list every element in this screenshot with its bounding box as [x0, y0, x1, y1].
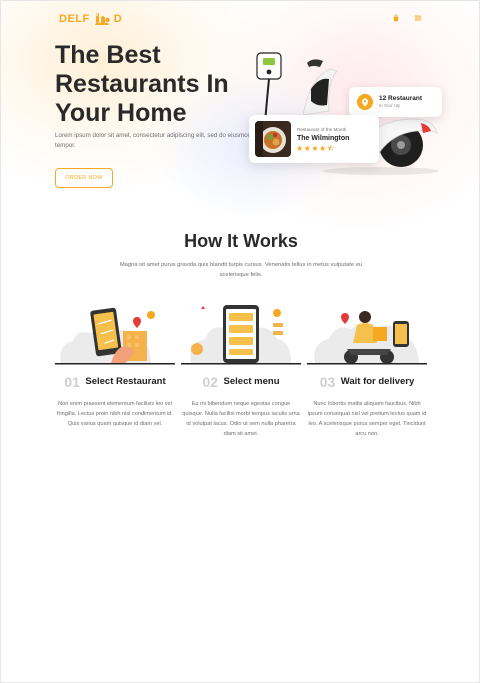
step-number: 01: [64, 373, 80, 390]
step-heading: 01 Select Restaurant: [55, 373, 175, 391]
shopping-bag-icon[interactable]: [390, 12, 402, 24]
logo-text-start: DELF: [59, 13, 90, 25]
step-description: Nunc lobortis mattis aliquam faucibus. N…: [307, 401, 427, 437]
select-restaurant-illustration: [55, 307, 175, 365]
step-number: 02: [202, 373, 219, 390]
logo-text-end: D: [113, 13, 123, 25]
logo-food-icon: [94, 13, 110, 25]
select-menu-illustration: [181, 305, 301, 365]
restaurant-count-title: 12 Restaurant: [379, 95, 422, 102]
how-it-works-title: How It Works: [184, 231, 298, 251]
star-rating-icon: ★★★★⯪: [296, 144, 335, 153]
menu-icon[interactable]: [412, 12, 424, 24]
restaurant-count-card[interactable]: 12 Restaurant In Your city: [349, 87, 442, 117]
restaurant-count-subtitle: In Your city: [379, 103, 401, 108]
step-title: Select menu: [223, 376, 280, 388]
dish-card-name: The Wilmington: [297, 135, 350, 142]
step-heading: 03 Wait for delivery: [307, 373, 427, 391]
dish-card-label: Restaurant of the Month: [297, 127, 347, 132]
logo[interactable]: DELF D: [59, 12, 122, 26]
step-description: Eu mi bibendum neque egestas congue quis…: [182, 401, 300, 437]
step-number: 03: [319, 373, 336, 390]
dish-photo: [255, 121, 291, 157]
page: DELF D The Best Restaurants In Your Home…: [0, 0, 480, 683]
step-heading: 02 Select menu: [181, 373, 301, 391]
order-now-button[interactable]: ORDER NOW: [55, 168, 113, 188]
restaurant-of-month-card[interactable]: Restaurant of the Month The Wilmington ★…: [249, 115, 379, 163]
step-title: Select Restaurant: [85, 376, 166, 388]
wait-for-delivery-illustration: [307, 311, 427, 365]
step-description: Non enim praesent elementum facilisis le…: [57, 401, 173, 427]
how-it-works-description: Magna sit amet purus gravida quis blandi…: [119, 262, 363, 278]
location-pin-icon: [357, 94, 373, 110]
hero-description: Lorem ipsum dolor sit amet, consectetur …: [55, 132, 252, 149]
step-title: Wait for delivery: [340, 376, 415, 388]
